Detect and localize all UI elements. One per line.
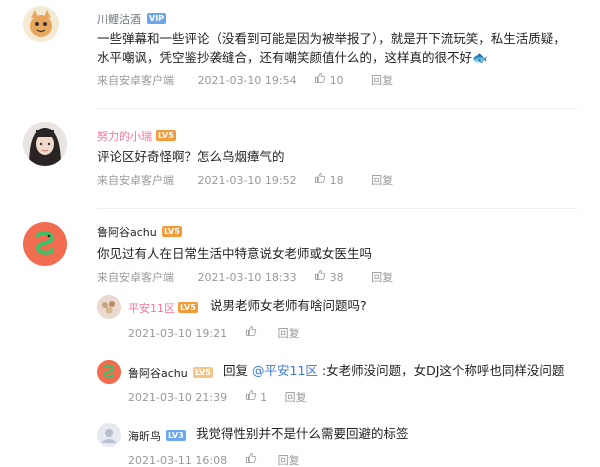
- like-count: 10: [329, 74, 344, 87]
- comment-text: 你见过有人在日常生活中特意说女老师或女医生吗: [97, 246, 373, 261]
- source-label: 来自安卓客户端: [97, 174, 174, 187]
- comment-item: 努力的小瑞 LV5 评论区好奇怪啊？怎么乌烟瘴气的 来自安卓客户端 2021-0…: [0, 110, 600, 210]
- reply-meta: 2021-03-10 21:39 1 回复: [128, 389, 307, 405]
- like-button[interactable]: 1: [245, 389, 268, 404]
- thumb-up-icon: [245, 389, 257, 401]
- like-button[interactable]: 38: [314, 269, 344, 284]
- thumb-up-icon: [245, 325, 257, 337]
- avatar[interactable]: [23, 222, 67, 266]
- avatar[interactable]: [97, 360, 121, 384]
- reply-button[interactable]: 回复: [371, 269, 393, 285]
- reply-button[interactable]: 回复: [371, 172, 393, 188]
- like-button[interactable]: 10: [314, 72, 344, 87]
- username[interactable]: 鲁阿谷achu: [128, 365, 188, 381]
- reply-button[interactable]: 回复: [278, 325, 300, 341]
- like-button[interactable]: 18: [314, 172, 344, 187]
- comment-time: 2021-03-10 18:33: [197, 271, 297, 284]
- source-label: 来自安卓客户端: [97, 271, 174, 284]
- comment-item: 川鲤沽酒 VIP 一些弹幕和一些评论（没看到可能是因为被举报了），就是开下流玩笑…: [0, 0, 600, 110]
- username[interactable]: 川鲤沽酒: [97, 11, 141, 27]
- level-badge: LV5: [162, 226, 182, 237]
- comment-meta: 来自安卓客户端 2021-03-10 19:54 10 回复: [97, 72, 393, 88]
- like-count: 38: [329, 271, 344, 284]
- thumb-up-icon: [314, 172, 326, 184]
- level-badge: LV5: [156, 130, 176, 141]
- comment-time: 2021-03-10 19:54: [197, 74, 297, 87]
- thumb-up-icon: [245, 452, 257, 464]
- reply-button[interactable]: 回复: [278, 452, 300, 467]
- comment-time: 2021-03-10 19:52: [197, 174, 297, 187]
- comment-meta: 来自安卓客户端 2021-03-10 18:33 38 回复: [97, 269, 393, 285]
- reply-prefix: 回复: [223, 363, 249, 378]
- comment-meta: 来自安卓客户端 2021-03-10 19:52 18 回复: [97, 172, 393, 188]
- avatar[interactable]: [97, 423, 121, 447]
- reply-body: :女老师没问题，女DJ这个称呼也同样没问题: [321, 363, 565, 378]
- reply-button[interactable]: 回复: [285, 389, 307, 405]
- source-label: 来自安卓客户端: [97, 74, 174, 87]
- username[interactable]: 海昕鸟: [128, 428, 161, 444]
- avatar[interactable]: [23, 6, 59, 42]
- level-badge: LV3: [166, 430, 186, 441]
- reply-text: 我觉得性别并不是什么需要回避的标签: [196, 426, 409, 441]
- level-badge: LV5: [193, 367, 213, 378]
- reply-time: 2021-03-10 21:39: [128, 391, 228, 404]
- comment-item: 鲁阿谷achu LV5 你见过有人在日常生活中特意说女老师或女医生吗 来自安卓客…: [0, 210, 600, 467]
- avatar[interactable]: [23, 122, 67, 166]
- reply-text: 回复 @平安11区 :女老师没问题，女DJ这个称呼也同样没问题: [223, 361, 564, 380]
- like-count: 18: [329, 174, 344, 187]
- reply-text: 说男老师女老师有啥问题吗?: [210, 298, 367, 313]
- thumb-up-icon: [314, 72, 326, 84]
- reply-meta: 2021-03-11 16:08 回复: [128, 452, 300, 467]
- avatar[interactable]: [97, 295, 121, 319]
- reply-button[interactable]: 回复: [371, 72, 393, 88]
- thumb-up-icon: [314, 269, 326, 281]
- username[interactable]: 努力的小瑞: [97, 128, 152, 144]
- vip-badge: VIP: [147, 13, 167, 24]
- divider: [97, 208, 577, 209]
- level-badge: LV5: [178, 302, 198, 313]
- like-button[interactable]: [245, 452, 261, 467]
- username[interactable]: 平安11区: [128, 300, 175, 316]
- like-count: 1: [260, 391, 268, 404]
- reply-time: 2021-03-10 19:21: [128, 327, 228, 340]
- username[interactable]: 鲁阿谷achu: [97, 224, 157, 240]
- divider: [97, 108, 577, 109]
- mention-link[interactable]: @平安11区: [252, 363, 318, 378]
- reply-meta: 2021-03-10 19:21 回复: [128, 325, 300, 341]
- like-button[interactable]: [245, 325, 261, 340]
- comment-text: 评论区好奇怪啊？怎么乌烟瘴气的: [97, 149, 285, 164]
- reply-time: 2021-03-11 16:08: [128, 454, 228, 467]
- comment-text: 一些弹幕和一些评论（没看到可能是因为被举报了），就是开下流玩笑，私生活质疑，水平…: [97, 31, 566, 65]
